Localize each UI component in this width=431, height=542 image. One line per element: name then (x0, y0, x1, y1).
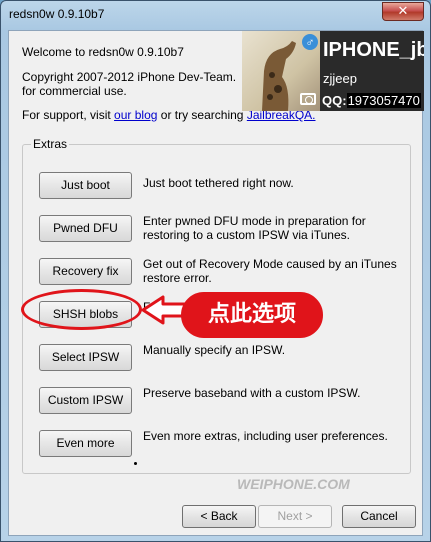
client-area: Welcome to redsn0w 0.9.10b7 Copyright 20… (8, 30, 424, 536)
next-button[interactable]: Next > (258, 505, 332, 528)
custom-ipsw-desc: Preserve baseband with a custom IPSW. (143, 386, 361, 400)
male-icon: ♂ (302, 34, 318, 50)
just-boot-button[interactable]: Just boot (39, 172, 132, 199)
pwned-dfu-button[interactable]: Pwned DFU (39, 215, 132, 242)
stray-dot (134, 462, 137, 465)
extras-legend: Extras (31, 137, 70, 151)
watermark-text: WEIPHONE.COM (237, 476, 350, 492)
profile-user: zjjeep (323, 71, 357, 86)
title-bar[interactable]: redsn0w 0.9.10b7 ✕ (1, 1, 430, 29)
welcome-text: Welcome to redsn0w 0.9.10b7 (22, 45, 184, 59)
even-more-button[interactable]: Even more (39, 430, 132, 457)
qq-label: QQ: (322, 93, 347, 108)
annotation-callout: 点此选项 (181, 292, 323, 338)
intro-text: Welcome to redsn0w 0.9.10b7 Copyright 20… (22, 45, 236, 98)
cancel-button[interactable]: Cancel (342, 505, 416, 528)
highlight-ellipse (21, 289, 142, 330)
profile-overlay: ♂ IPHONE_jb zjjeep QQ:1973057470 (242, 31, 424, 111)
back-button[interactable]: < Back (182, 505, 256, 528)
blog-link[interactable]: our blog (114, 108, 157, 122)
recovery-fix-desc: Get out of Recovery Mode caused by an iT… (143, 257, 397, 285)
support-prefix: For support, visit (22, 108, 111, 122)
close-icon: ✕ (397, 3, 409, 18)
profile-name: IPHONE_jb (323, 39, 424, 61)
pwned-dfu-desc: Enter pwned DFU mode in preparation for … (143, 214, 366, 242)
copyright-line-1: Copyright 2007-2012 iPhone Dev-Team. (22, 70, 237, 84)
recovery-fix-button[interactable]: Recovery fix (39, 258, 132, 285)
even-more-desc: Even more extras, including user prefere… (143, 429, 388, 443)
select-ipsw-desc: Manually specify an IPSW. (143, 343, 286, 357)
app-window: redsn0w 0.9.10b7 ✕ Welcome to redsn0w 0.… (0, 0, 431, 542)
custom-ipsw-button[interactable]: Custom IPSW (39, 387, 132, 414)
select-ipsw-button[interactable]: Select IPSW (39, 344, 132, 371)
close-button[interactable]: ✕ (382, 2, 424, 21)
camera-icon[interactable] (300, 93, 316, 105)
avatar: ♂ (242, 31, 320, 111)
qq-number: 1973057470 (346, 93, 421, 108)
just-boot-desc: Just boot tethered right now. (143, 176, 294, 190)
qq-row: QQ:1973057470 (322, 93, 421, 108)
window-title: redsn0w 0.9.10b7 (9, 7, 105, 21)
support-middle: or try searching (160, 108, 244, 122)
copyright-line-2: for commercial use. (22, 84, 127, 98)
